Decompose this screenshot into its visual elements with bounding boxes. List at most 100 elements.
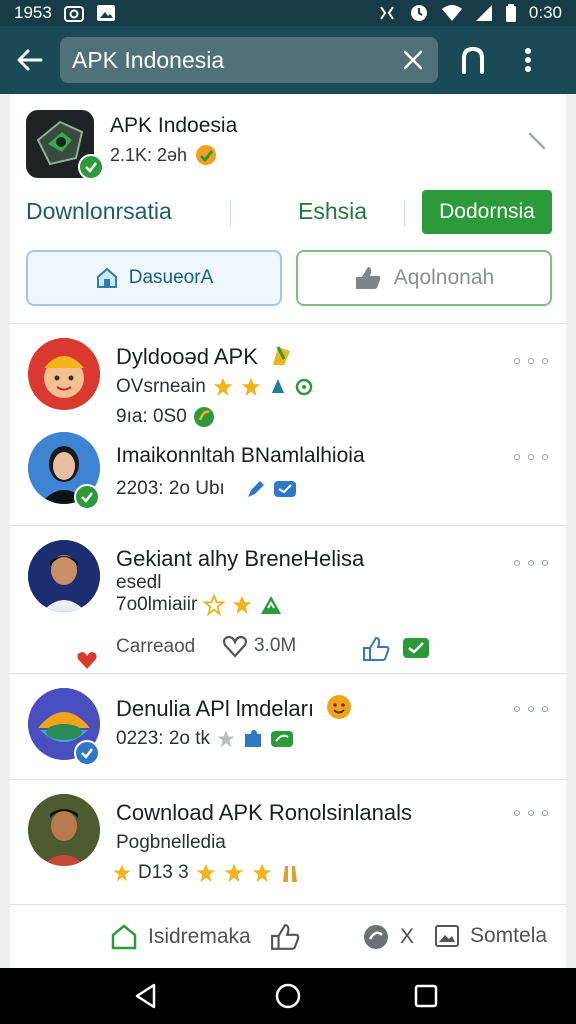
- item-subtitle: OVsrneain: [116, 376, 314, 398]
- leaf-icon: [193, 407, 214, 427]
- item-likes[interactable]: 3.0M: [222, 634, 296, 658]
- secondary-action-button[interactable]: Aqolnonah: [296, 250, 552, 306]
- item-title-text: Dyldooəd APK: [116, 344, 258, 369]
- app-header-card: APK Indoesia 2.1K: 2əh Downlonrsatia Esh…: [10, 94, 566, 324]
- bottom-action-bar: Isidremaka X Somtela: [10, 904, 566, 968]
- tab-eshsia[interactable]: Eshsia: [298, 198, 367, 225]
- nav-back-icon: [135, 983, 156, 1009]
- check-message-icon[interactable]: [402, 636, 430, 660]
- item-title: Dyldooəd APK: [116, 344, 294, 370]
- more-dot-icon: [528, 358, 534, 364]
- list-item[interactable]: Denulia APl lmdeları 0223: 2o tk: [10, 674, 566, 780]
- star-icon: [224, 863, 243, 883]
- item-overflow-button[interactable]: [514, 556, 548, 570]
- tab-row: Downlonrsatia Eshsia Dodornsia: [10, 190, 566, 234]
- list-item[interactable]: Gekiant alhy BreneHelisa esedl 7o0lmiaii…: [10, 526, 566, 674]
- item-meta: 7o0lmiaiir: [116, 594, 283, 616]
- star-outline-icon: [203, 594, 226, 616]
- more-dot-icon: [514, 560, 520, 566]
- bottom-like-button[interactable]: [270, 923, 300, 951]
- star-icon: [252, 863, 271, 883]
- search-input[interactable]: [72, 46, 398, 74]
- wifi-icon: [441, 4, 463, 22]
- more-dot-icon: [542, 358, 548, 364]
- star-icon: [217, 730, 235, 748]
- search-box: [60, 37, 438, 83]
- item-subtitle-text: 0223: 2o tk: [116, 728, 211, 749]
- action-buttons: DasueorA Aqolnonah: [26, 250, 552, 306]
- heart-outline-icon: [223, 635, 247, 658]
- list-item[interactable]: Dyldooəd APK OVsrneain 9ıa: 0S0 Imaikonn…: [10, 324, 566, 526]
- pencil-icon: [247, 481, 264, 497]
- bell-icon: [271, 379, 284, 393]
- list-item[interactable]: Cownload APK Ronolsinlanals Pogbnelledia…: [10, 780, 566, 900]
- secondary-action-label: Aqolnonah: [393, 266, 495, 289]
- verified-badge-icon: [74, 740, 100, 766]
- back-button[interactable]: [0, 26, 60, 94]
- clear-search-button[interactable]: [398, 45, 428, 75]
- more-vert-icon: [525, 48, 531, 72]
- more-dot-icon: [514, 810, 520, 816]
- item-meta: 9ıa: 0S0: [116, 406, 215, 428]
- collapse-button[interactable]: [524, 128, 550, 154]
- app-meta: 2.1K: 2əh: [110, 144, 217, 166]
- recycle-icon: [261, 596, 282, 614]
- item-subtitle: Pogbnelledia: [116, 832, 226, 853]
- item-overflow-button[interactable]: [514, 354, 548, 368]
- heart-icon[interactable]: [76, 650, 98, 675]
- avatar: [28, 794, 100, 866]
- item-meta-text: D13 3: [138, 862, 189, 883]
- item-subtitle-text: 2203: 2o Ubı: [116, 478, 225, 499]
- tab-download[interactable]: Downlonrsatia: [26, 198, 172, 225]
- tab-divider: [230, 200, 231, 226]
- camera-icon: [63, 4, 84, 22]
- item-overflow-button[interactable]: [514, 450, 548, 464]
- item-likes-count: 3.0M: [254, 635, 297, 656]
- close-icon: [403, 50, 423, 70]
- star-icon: [113, 864, 131, 882]
- more-dot-icon: [528, 454, 534, 460]
- alarm-icon: [409, 3, 429, 23]
- thumbs-up-icon[interactable]: [362, 636, 390, 662]
- bottom-home-label: Isidremaka: [148, 925, 251, 948]
- bottom-x-label: X: [400, 925, 415, 948]
- item-meta-text: 9ıa: 0S0: [116, 406, 187, 427]
- nav-back-button[interactable]: [132, 982, 160, 1010]
- item-subtitle: 2203: 2o Ubı: [116, 478, 297, 500]
- item-overflow-button[interactable]: [514, 702, 548, 716]
- voice-search-button[interactable]: [438, 26, 508, 94]
- avatar: [28, 540, 100, 612]
- bottom-home-button[interactable]: Isidremaka: [110, 923, 251, 951]
- headset-icon: [462, 46, 484, 74]
- more-dot-icon: [542, 706, 548, 712]
- primary-action-button[interactable]: DasueorA: [26, 250, 282, 306]
- star-icon: [241, 377, 260, 397]
- status-clock: 0:30: [528, 3, 562, 22]
- verified-badge-icon: [78, 154, 104, 180]
- content-panel: APK Indoesia 2.1K: 2əh Downlonrsatia Esh…: [10, 94, 566, 904]
- bottom-more-button[interactable]: Somtela: [434, 923, 547, 949]
- emoji-icon: [327, 695, 352, 719]
- signal-icon: [475, 4, 493, 22]
- puzzle-icon: [245, 730, 262, 747]
- battery-icon: [505, 4, 517, 22]
- app-icon[interactable]: [26, 110, 104, 180]
- item-meta-text: 7o0lmiaiir: [116, 594, 198, 615]
- star-icon: [233, 595, 252, 615]
- item-comment[interactable]: Carreaod: [116, 636, 195, 658]
- star-icon: [196, 863, 215, 883]
- top-app-bar: [0, 26, 576, 94]
- more-dot-icon: [514, 454, 520, 460]
- home-icon: [111, 924, 137, 950]
- overflow-menu-button[interactable]: [508, 26, 548, 94]
- more-dot-icon: [528, 810, 534, 816]
- item-subtitle-text: OVsrneain: [116, 376, 206, 397]
- nav-recents-button[interactable]: [412, 982, 440, 1010]
- thumbs-up-icon: [271, 924, 300, 950]
- nav-home-button[interactable]: [274, 982, 302, 1010]
- item-overflow-button[interactable]: [514, 806, 548, 820]
- nav-recents-icon: [414, 984, 438, 1008]
- tab-divider: [404, 200, 405, 226]
- tab-active-button[interactable]: Dodornsia: [422, 190, 552, 234]
- bottom-share-button[interactable]: X: [362, 923, 414, 951]
